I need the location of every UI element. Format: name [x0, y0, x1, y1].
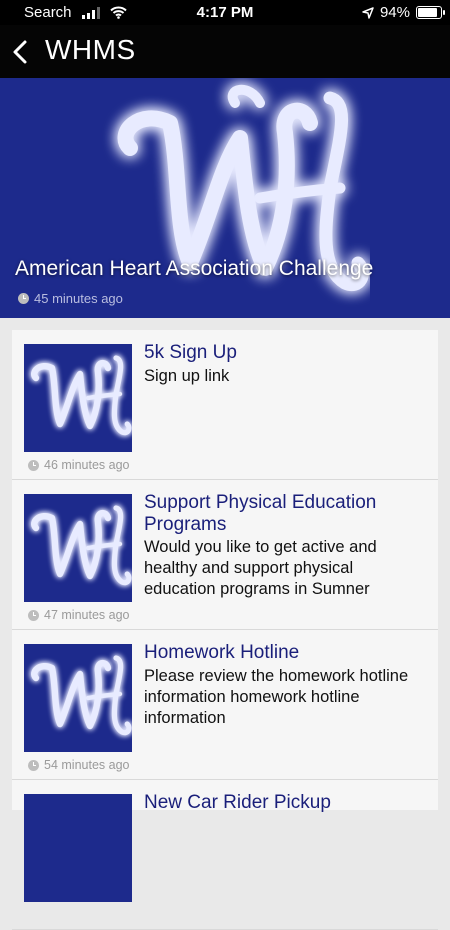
- location-arrow-icon: [362, 6, 374, 19]
- hero-title: American Heart Association Challenge: [15, 257, 374, 280]
- item-time-label: 47 minutes ago: [44, 608, 130, 622]
- list-item[interactable]: New Car Rider Pickup: [12, 780, 438, 930]
- status-right: 94%: [362, 4, 445, 21]
- school-logo-icon: [31, 355, 132, 436]
- list-item[interactable]: Homework Hotline Please review the homew…: [12, 630, 438, 780]
- list-item[interactable]: Support Physical Education Programs Woul…: [12, 480, 438, 630]
- battery-percent: 94%: [379, 4, 410, 21]
- school-logo-icon: [31, 655, 132, 736]
- item-title: New Car Rider Pickup: [144, 792, 331, 813]
- item-title: Support Physical Education Programs: [144, 492, 377, 535]
- school-logo-icon: [117, 84, 369, 292]
- hero-timestamp: 45 minutes ago: [18, 291, 123, 306]
- thumbnail-logo: [24, 344, 132, 452]
- item-timestamp: 47 minutes ago: [28, 608, 129, 622]
- list-item[interactable]: 5k Sign Up Sign up link 46 minutes ago: [12, 330, 438, 480]
- item-description: Would you like to get active and healthy…: [144, 538, 377, 598]
- item-timestamp: 46 minutes ago: [28, 458, 129, 472]
- school-logo-icon: [31, 505, 132, 586]
- battery-icon: [416, 6, 445, 19]
- thumbnail-logo: [24, 794, 132, 902]
- item-description: Sign up link: [144, 367, 230, 385]
- item-timestamp: 54 minutes ago: [28, 758, 129, 772]
- battery-fill: [418, 8, 437, 17]
- page-title: WHMS: [45, 34, 136, 65]
- thumbnail-logo: [24, 644, 132, 752]
- item-description: Please review the homework hotline infor…: [144, 667, 409, 727]
- item-title: Homework Hotline: [144, 642, 300, 663]
- hero-featured-post[interactable]: American Heart Association Challenge 45 …: [0, 78, 450, 318]
- hero-time-label: 45 minutes ago: [34, 291, 123, 306]
- item-time-label: 46 minutes ago: [44, 458, 130, 472]
- clock-icon: [18, 293, 29, 304]
- thumbnail-logo: [24, 494, 132, 602]
- item-time-label: 54 minutes ago: [44, 758, 130, 772]
- clock-icon: [28, 459, 39, 471]
- clock-icon: [28, 759, 39, 771]
- feed-list: 5k Sign Up Sign up link 46 minutes ago S…: [12, 330, 438, 930]
- clock-icon: [28, 609, 39, 621]
- item-title: 5k Sign Up: [144, 342, 237, 363]
- nav-bar: WHMS: [0, 25, 450, 78]
- chevron-left-icon[interactable]: [8, 37, 34, 67]
- status-bar: Search 4:17 PM 94%: [0, 0, 450, 25]
